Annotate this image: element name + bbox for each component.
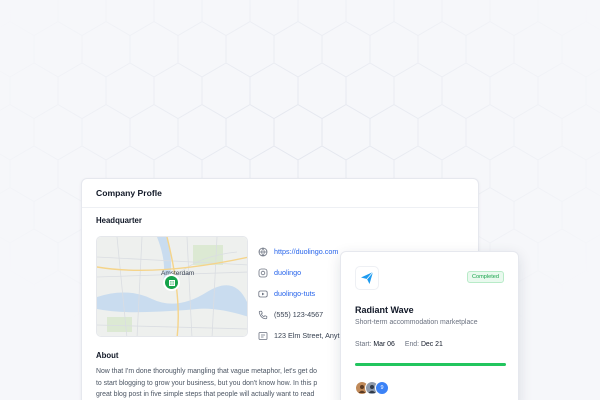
phone-number: (555) 123-4567 <box>274 310 324 319</box>
headquarter-heading: Headquarter <box>96 216 142 225</box>
about-paragraph: Now that I'm done thoroughly mangling th… <box>96 366 346 400</box>
instagram-link[interactable]: duolingo <box>274 268 301 277</box>
address-text: 123 Elm Street, Anyt <box>274 331 340 340</box>
about-line: Now that I'm done thoroughly mangling th… <box>96 368 317 375</box>
status-badge: Completed <box>466 271 504 283</box>
end-label: End: <box>404 341 420 348</box>
about-line: great blog post in five simple steps tha… <box>96 391 315 399</box>
youtube-icon <box>258 289 268 299</box>
end-value: Dec 21 <box>420 341 443 348</box>
end-date: End: Dec 21 <box>405 341 443 348</box>
building-icon <box>168 279 175 286</box>
start-label: Start: <box>355 341 372 348</box>
about-line: to start blogging to grow your business,… <box>96 379 318 387</box>
about-heading: About <box>96 351 119 360</box>
progress-bar <box>355 363 506 366</box>
project-card[interactable]: Completed Radiant Wave Short-term accomm… <box>340 251 519 400</box>
progress-fill <box>355 363 506 366</box>
phone-icon <box>258 310 268 320</box>
instagram-icon <box>258 268 268 278</box>
card-title: Company Profle <box>96 188 162 198</box>
youtube-link[interactable]: duolingo-tuts <box>274 289 315 298</box>
website-link[interactable]: https://duolingo.com <box>274 247 338 256</box>
title-divider <box>82 207 478 208</box>
map-pin-icon[interactable] <box>163 274 180 291</box>
globe-icon <box>258 247 268 257</box>
paper-plane-icon <box>361 271 374 284</box>
project-description: Short-term accommodation marketplace <box>355 319 478 326</box>
project-dates: Start: Mar 06 End: Dec 21 <box>355 341 443 348</box>
project-name: Radiant Wave <box>355 305 414 315</box>
member-avatars[interactable]: 9 <box>355 381 389 395</box>
start-value: Mar 06 <box>373 341 395 348</box>
start-date: Start: Mar 06 <box>355 341 395 348</box>
more-members-count[interactable]: 9 <box>375 381 389 395</box>
headquarter-map[interactable]: Amsterdam <box>96 236 248 337</box>
project-logo <box>355 266 379 290</box>
address-icon <box>258 331 268 341</box>
